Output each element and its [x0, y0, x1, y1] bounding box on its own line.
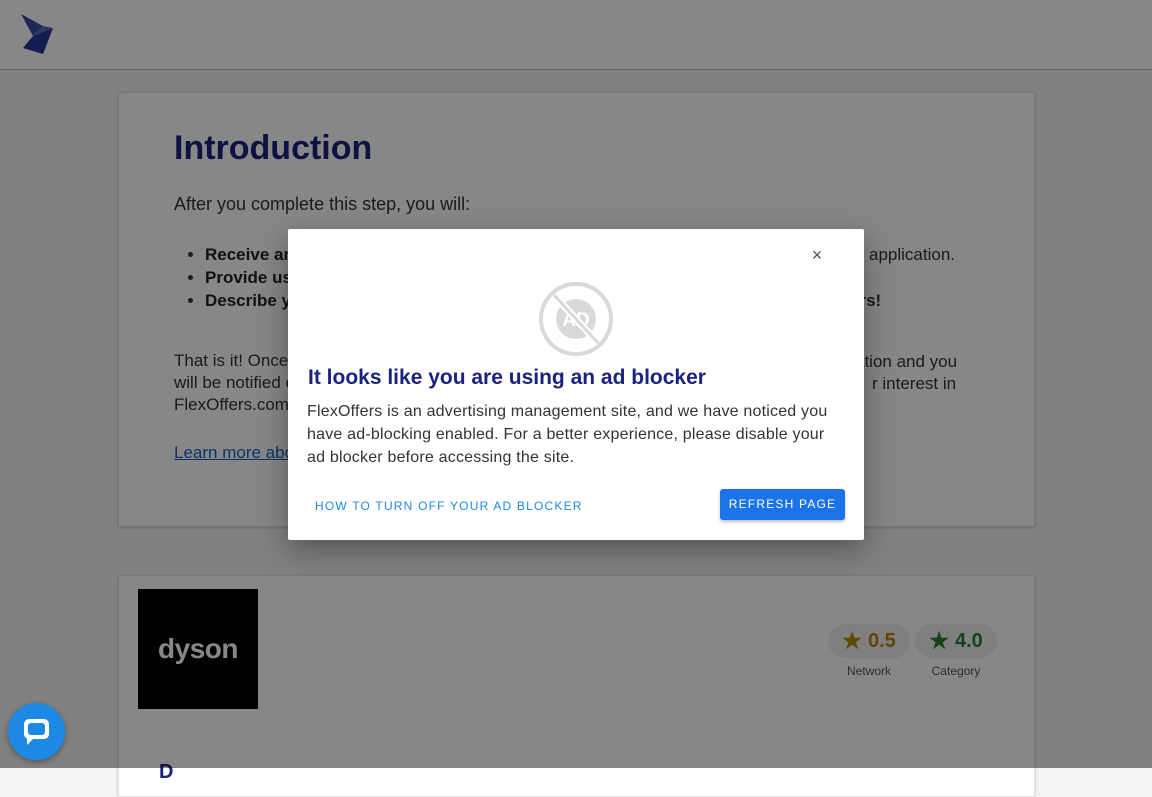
modal-title: It looks like you are using an ad blocke… [308, 366, 706, 389]
modal-message: FlexOffers is an advertising management … [307, 403, 828, 466]
close-icon[interactable]: × [806, 244, 828, 266]
how-to-disable-adblock-button[interactable]: HOW TO TURN OFF YOUR AD BLOCKER [308, 491, 590, 521]
ad-blocked-icon: AD [539, 282, 613, 356]
chat-bubble-icon [24, 719, 49, 745]
adblock-modal: × AD It looks like you are using an ad b… [288, 229, 864, 540]
refresh-page-button[interactable]: REFRESH PAGE [720, 489, 845, 520]
chat-launcher-button[interactable] [8, 703, 65, 760]
